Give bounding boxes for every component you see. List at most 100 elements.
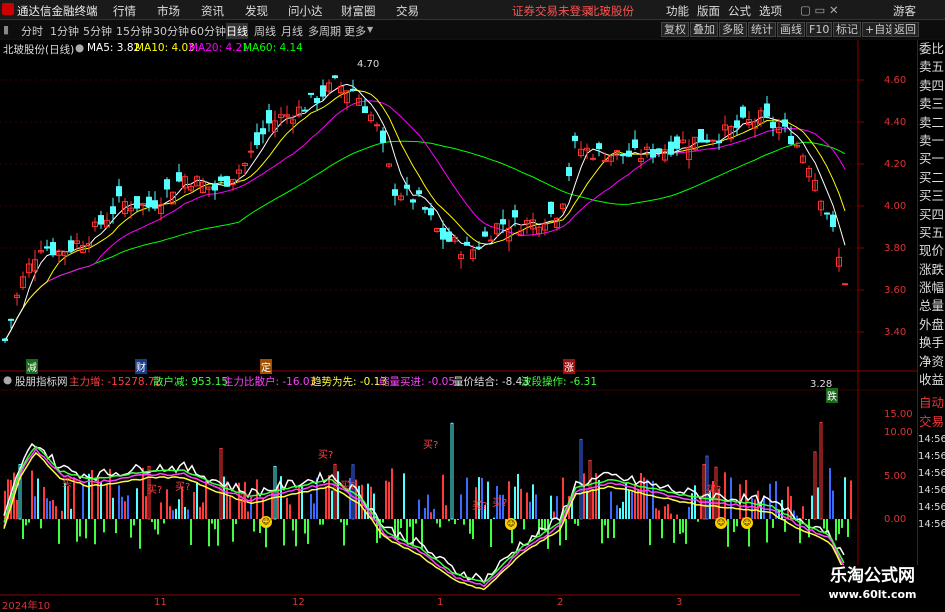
indicator-bar <box>532 484 534 519</box>
panel-item-volume[interactable]: 总量 <box>918 297 945 315</box>
indicator-tick: 15.00 <box>884 409 913 420</box>
panel-item-earnings[interactable]: 收益 <box>918 371 945 389</box>
event-marker-ding[interactable]: 定 <box>260 359 272 374</box>
candle-body <box>152 200 158 209</box>
indicator-bar <box>565 519 567 540</box>
indicator-bar <box>61 510 63 519</box>
indicator-bar <box>673 519 675 543</box>
indicator-tick: 5.00 <box>884 471 907 482</box>
indicator-bar <box>208 519 210 547</box>
candle-body <box>254 132 260 146</box>
candle-body <box>512 210 518 218</box>
indicator-bar <box>679 519 681 534</box>
candle-body <box>134 196 140 209</box>
panel-item-sell4[interactable]: 卖四 <box>918 77 945 95</box>
indicator-bar <box>658 510 660 519</box>
indicator-bar <box>664 506 666 519</box>
panel-item-auto[interactable]: 自动 <box>918 394 945 412</box>
indicator-bar <box>85 519 87 539</box>
indicator-bar <box>214 519 216 530</box>
indicator-bar <box>445 505 447 519</box>
smiley-icon: ☺ <box>260 516 272 528</box>
indicator-bar <box>343 519 345 546</box>
panel-item-change-pct[interactable]: 涨幅 <box>918 279 945 297</box>
settings-circle-icon[interactable]: ● <box>75 42 84 54</box>
panel-item-sell2[interactable]: 卖二 <box>918 114 945 132</box>
panel-time: 14:56 <box>918 468 945 480</box>
indicator-bar <box>550 495 552 519</box>
panel-item-outer[interactable]: 外盘 <box>918 316 945 334</box>
candle-body <box>50 242 56 256</box>
indicator-bar <box>106 484 108 519</box>
candle-body <box>668 141 674 155</box>
kline-chart[interactable] <box>0 0 917 609</box>
indicator-bar <box>52 499 54 519</box>
indicator-bar <box>273 465 277 520</box>
indicator-bar <box>184 506 186 519</box>
panel-item-sell1[interactable]: 卖一 <box>918 132 945 150</box>
indicator-bar <box>727 519 729 547</box>
panel-item-price[interactable]: 现价 <box>918 242 945 260</box>
indicator-bar <box>508 481 510 519</box>
indicator-bar <box>76 519 78 542</box>
indicator-bar <box>127 495 129 519</box>
indicator-bar <box>517 473 519 519</box>
indicator-bar <box>307 519 309 544</box>
indicator-bar <box>835 519 837 541</box>
indicator-bar <box>223 476 225 519</box>
indicator-bar <box>472 519 474 540</box>
indicator-bar <box>193 492 195 519</box>
candle-body <box>422 207 428 210</box>
indicator-bar <box>430 512 432 519</box>
indicator-bar <box>145 496 147 519</box>
event-marker-die[interactable]: 跌 <box>826 388 838 403</box>
candle-body <box>392 189 398 196</box>
smiley-icon: ☺ <box>741 517 753 529</box>
panel-item-turnover[interactable]: 换手 <box>918 334 945 352</box>
candle-body <box>416 190 422 195</box>
indicator-bar <box>688 506 690 519</box>
indicator-bar <box>661 519 663 539</box>
buy-signal-label: 买? <box>62 478 78 489</box>
indicator-bar <box>442 474 444 519</box>
candle-body <box>488 239 494 242</box>
indicator-bar <box>199 506 201 519</box>
date-tick: 11 <box>154 597 167 608</box>
event-marker-zhang[interactable]: 涨 <box>563 359 575 374</box>
panel-item-buy2[interactable]: 买二 <box>918 169 945 187</box>
panel-item-buy4[interactable]: 买四 <box>918 206 945 224</box>
candle-body <box>590 157 596 160</box>
candle-body <box>248 150 254 153</box>
panel-item-trade[interactable]: 交易 <box>918 413 945 431</box>
indicator-bar <box>211 519 213 524</box>
indicator-bar <box>670 513 672 519</box>
candle-body <box>656 148 662 153</box>
panel-item-buy1[interactable]: 买一 <box>918 150 945 168</box>
indicator-bar <box>450 422 454 520</box>
panel-item-sell3[interactable]: 卖三 <box>918 95 945 113</box>
event-marker-jian[interactable]: 减 <box>26 359 38 374</box>
indicator-bar <box>382 519 384 523</box>
event-marker-cai[interactable]: 财 <box>135 359 147 374</box>
indicator-bar <box>333 463 337 520</box>
candle-body <box>146 196 152 208</box>
candle-body <box>302 109 308 112</box>
indicator-bar <box>805 519 807 521</box>
indicator-bar <box>313 503 315 519</box>
panel-item-change[interactable]: 涨跌 <box>918 261 945 279</box>
indicator-bar <box>226 481 228 519</box>
indicator-bar <box>133 519 135 526</box>
indicator-bar <box>286 497 288 519</box>
indicator-bar <box>469 519 471 534</box>
indicator-bar <box>163 519 165 524</box>
panel-item-sell5[interactable]: 卖五 <box>918 58 945 76</box>
indicator-bar <box>103 519 105 533</box>
panel-item-buy3[interactable]: 买三 <box>918 187 945 205</box>
indicator-settings-icon[interactable]: ● <box>3 374 12 386</box>
buy-signal-label: 买? <box>318 450 334 461</box>
panel-item-net-asset[interactable]: 净资 <box>918 353 945 371</box>
panel-item-buy5[interactable]: 买五 <box>918 224 945 242</box>
candle-body <box>824 212 830 215</box>
indicator-bar <box>646 479 648 519</box>
panel-item-weibi[interactable]: 委比 <box>918 40 945 58</box>
